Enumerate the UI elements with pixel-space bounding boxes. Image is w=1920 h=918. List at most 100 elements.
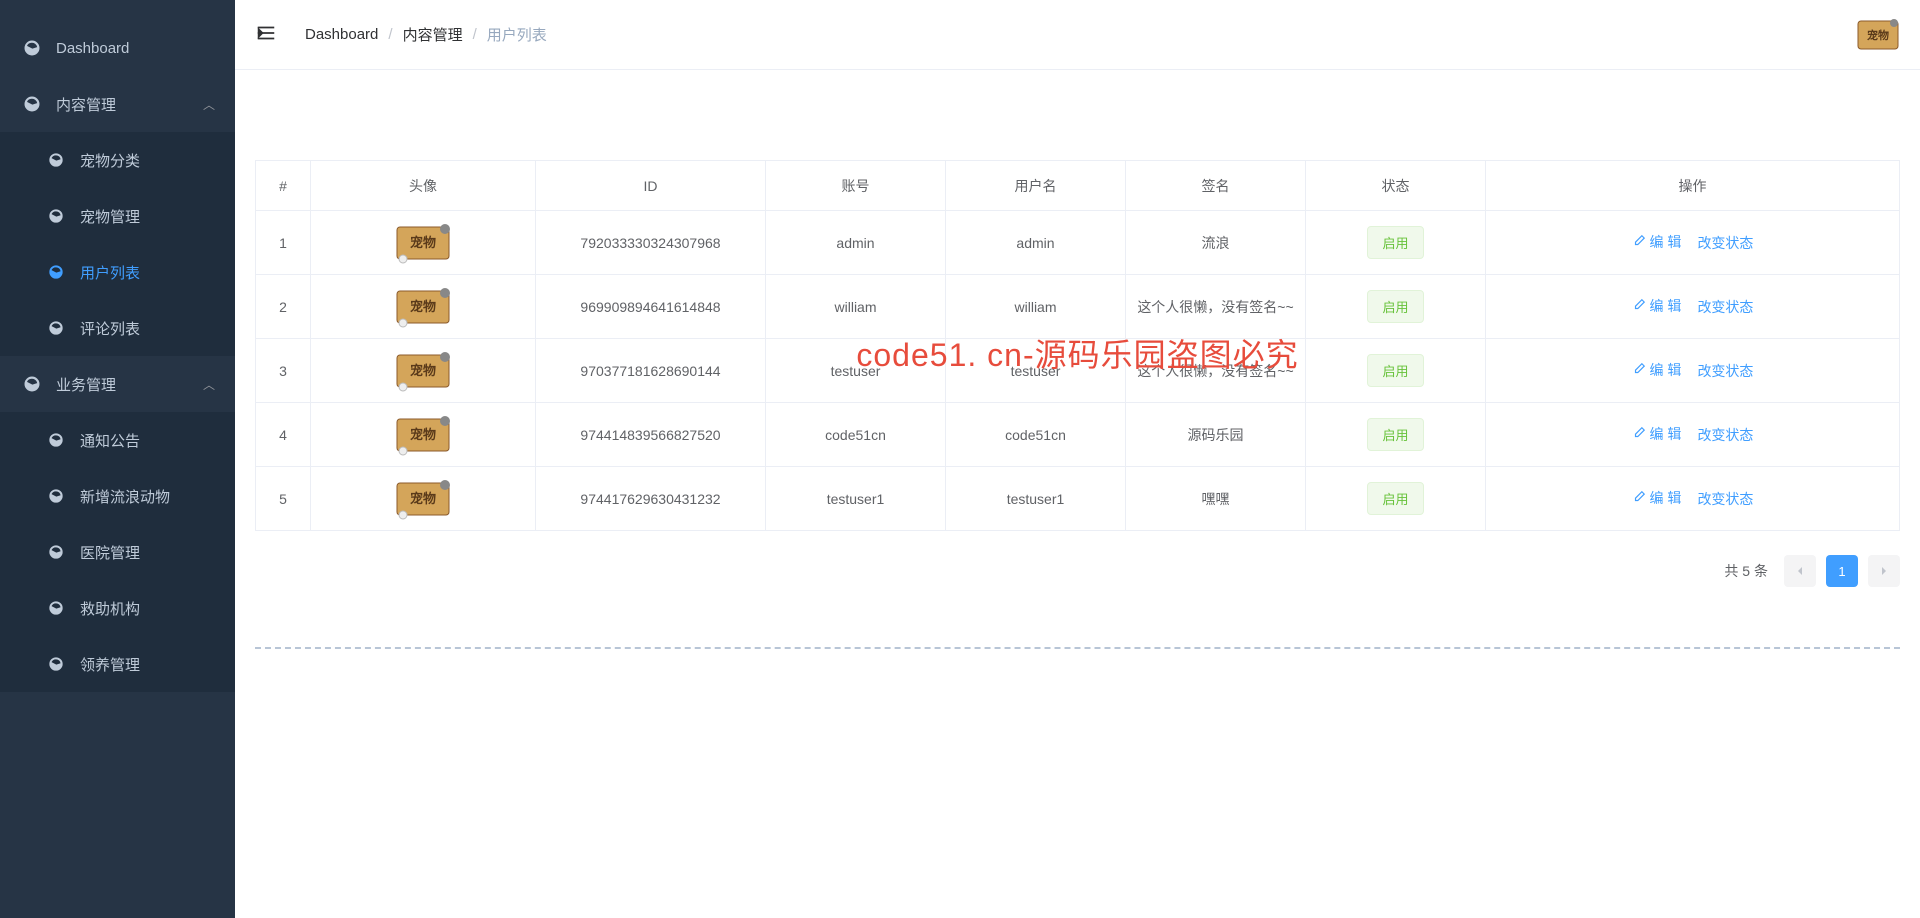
nav-dashboard[interactable]: Dashboard [0,20,235,76]
nav-pet-mgmt[interactable]: 宠物管理 [0,188,235,244]
dashboard-icon [44,488,68,504]
cell-sign: 流浪 [1126,211,1306,275]
edit-button[interactable]: 编 辑 [1632,296,1682,316]
cell-username: william [946,275,1126,339]
cell-username: testuser1 [946,467,1126,531]
cell-id: 969909894641614848 [536,275,766,339]
pagination-total: 共 5 条 [1724,561,1768,581]
nav-label: 医院管理 [80,542,140,563]
cell-account: william [766,275,946,339]
breadcrumb-separator: / [388,26,392,43]
cell-username: admin [946,211,1126,275]
nav-add-stray[interactable]: 新增流浪动物 [0,468,235,524]
topbar: Dashboard / 内容管理 / 用户列表 宠物 [235,0,1920,70]
nav-label: 内容管理 [56,94,116,115]
cell-id: 792033330324307968 [536,211,766,275]
dashboard-icon [44,152,68,168]
cell-sign: 这个人很懒，没有签名~~ [1126,339,1306,403]
cell-sign: 这个人很懒，没有签名~~ [1126,275,1306,339]
dashboard-icon [44,208,68,224]
breadcrumb-content[interactable]: 内容管理 [403,24,463,45]
change-status-button[interactable]: 改变状态 [1697,425,1753,445]
app-logo[interactable]: 宠物 [1856,15,1900,55]
nav-content-sub: 宠物分类 宠物管理 用户列表 评论列表 [0,132,235,356]
cell-sign: 源码乐园 [1126,403,1306,467]
edit-button[interactable]: 编 辑 [1632,424,1682,444]
edit-icon [1632,490,1646,507]
change-status-button[interactable]: 改变状态 [1697,489,1753,509]
nav-content-mgmt[interactable]: 内容管理 ︿ [0,76,235,132]
th-id: ID [536,161,766,211]
menu-toggle-icon[interactable] [255,22,281,48]
nav-comment-list[interactable]: 评论列表 [0,300,235,356]
sidebar: Dashboard 内容管理 ︿ 宠物分类 宠物管理 用户列表 [0,0,235,918]
table-row: 4宠物974414839566827520code51cncode51cn源码乐… [256,403,1900,467]
nav-adoption[interactable]: 领养管理 [0,636,235,692]
edit-button[interactable]: 编 辑 [1632,488,1682,508]
cell-sign: 嘿嘿 [1126,467,1306,531]
cell-index: 1 [256,211,311,275]
nav-hospital[interactable]: 医院管理 [0,524,235,580]
breadcrumb: Dashboard / 内容管理 / 用户列表 [305,24,1856,45]
table-row: 5宠物974417629630431232testuser1testuser1嘿… [256,467,1900,531]
pagination-next[interactable] [1868,555,1900,587]
cell-status: 启用 [1306,403,1486,467]
th-op: 操作 [1486,161,1900,211]
cell-avatar: 宠物 [311,275,536,339]
change-status-button[interactable]: 改变状态 [1697,361,1753,381]
nav-pet-category[interactable]: 宠物分类 [0,132,235,188]
nav-user-list[interactable]: 用户列表 [0,244,235,300]
dashboard-icon [44,544,68,560]
nav-business-mgmt[interactable]: 业务管理 ︿ [0,356,235,412]
nav-label: 领养管理 [80,654,140,675]
nav-label: 新增流浪动物 [80,486,170,507]
edit-icon [1632,298,1646,315]
change-status-button[interactable]: 改变状态 [1697,233,1753,253]
svg-text:宠物: 宠物 [410,299,436,314]
dashboard-icon [44,656,68,672]
svg-text:宠物: 宠物 [410,491,436,506]
nav-label: 救助机构 [80,598,140,619]
cell-status: 启用 [1306,339,1486,403]
cell-index: 4 [256,403,311,467]
nav-label: 通知公告 [80,430,140,451]
nav-label: 业务管理 [56,374,116,395]
chevron-down-icon: ︿ [203,376,215,393]
dashboard-icon [44,432,68,448]
change-status-button[interactable]: 改变状态 [1697,297,1753,317]
edit-button[interactable]: 编 辑 [1632,232,1682,252]
cell-op: 编 辑改变状态 [1486,211,1900,275]
nav-label: 评论列表 [80,318,140,339]
cell-status: 启用 [1306,275,1486,339]
nav-notice[interactable]: 通知公告 [0,412,235,468]
nav-business-sub: 通知公告 新增流浪动物 医院管理 救助机构 领养管理 [0,412,235,692]
cell-index: 3 [256,339,311,403]
cell-account: code51cn [766,403,946,467]
nav-label: 宠物分类 [80,150,140,171]
breadcrumb-dashboard[interactable]: Dashboard [305,26,378,43]
cell-username: testuser [946,339,1126,403]
edit-icon [1632,234,1646,251]
cell-username: code51cn [946,403,1126,467]
svg-text:宠物: 宠物 [410,235,436,250]
svg-text:宠物: 宠物 [410,363,436,378]
table-header-row: # 头像 ID 账号 用户名 签名 状态 操作 [256,161,1900,211]
cell-index: 2 [256,275,311,339]
pagination-page-1[interactable]: 1 [1826,555,1858,587]
breadcrumb-current: 用户列表 [487,24,547,45]
edit-icon [1632,362,1646,379]
nav-rescue-org[interactable]: 救助机构 [0,580,235,636]
cell-avatar: 宠物 [311,467,536,531]
edit-button[interactable]: 编 辑 [1632,360,1682,380]
dashboard-icon [44,320,68,336]
cell-op: 编 辑改变状态 [1486,467,1900,531]
status-badge: 启用 [1367,290,1423,323]
dashboard-icon [44,264,68,280]
status-badge: 启用 [1367,226,1423,259]
cell-account: testuser [766,339,946,403]
pagination-prev[interactable] [1784,555,1816,587]
dashed-divider [255,647,1900,649]
nav-label: Dashboard [56,40,129,57]
main-area: Dashboard / 内容管理 / 用户列表 宠物 code51. cn-源码… [235,0,1920,918]
table-row: 1宠物792033330324307968adminadmin流浪启用编 辑改变… [256,211,1900,275]
